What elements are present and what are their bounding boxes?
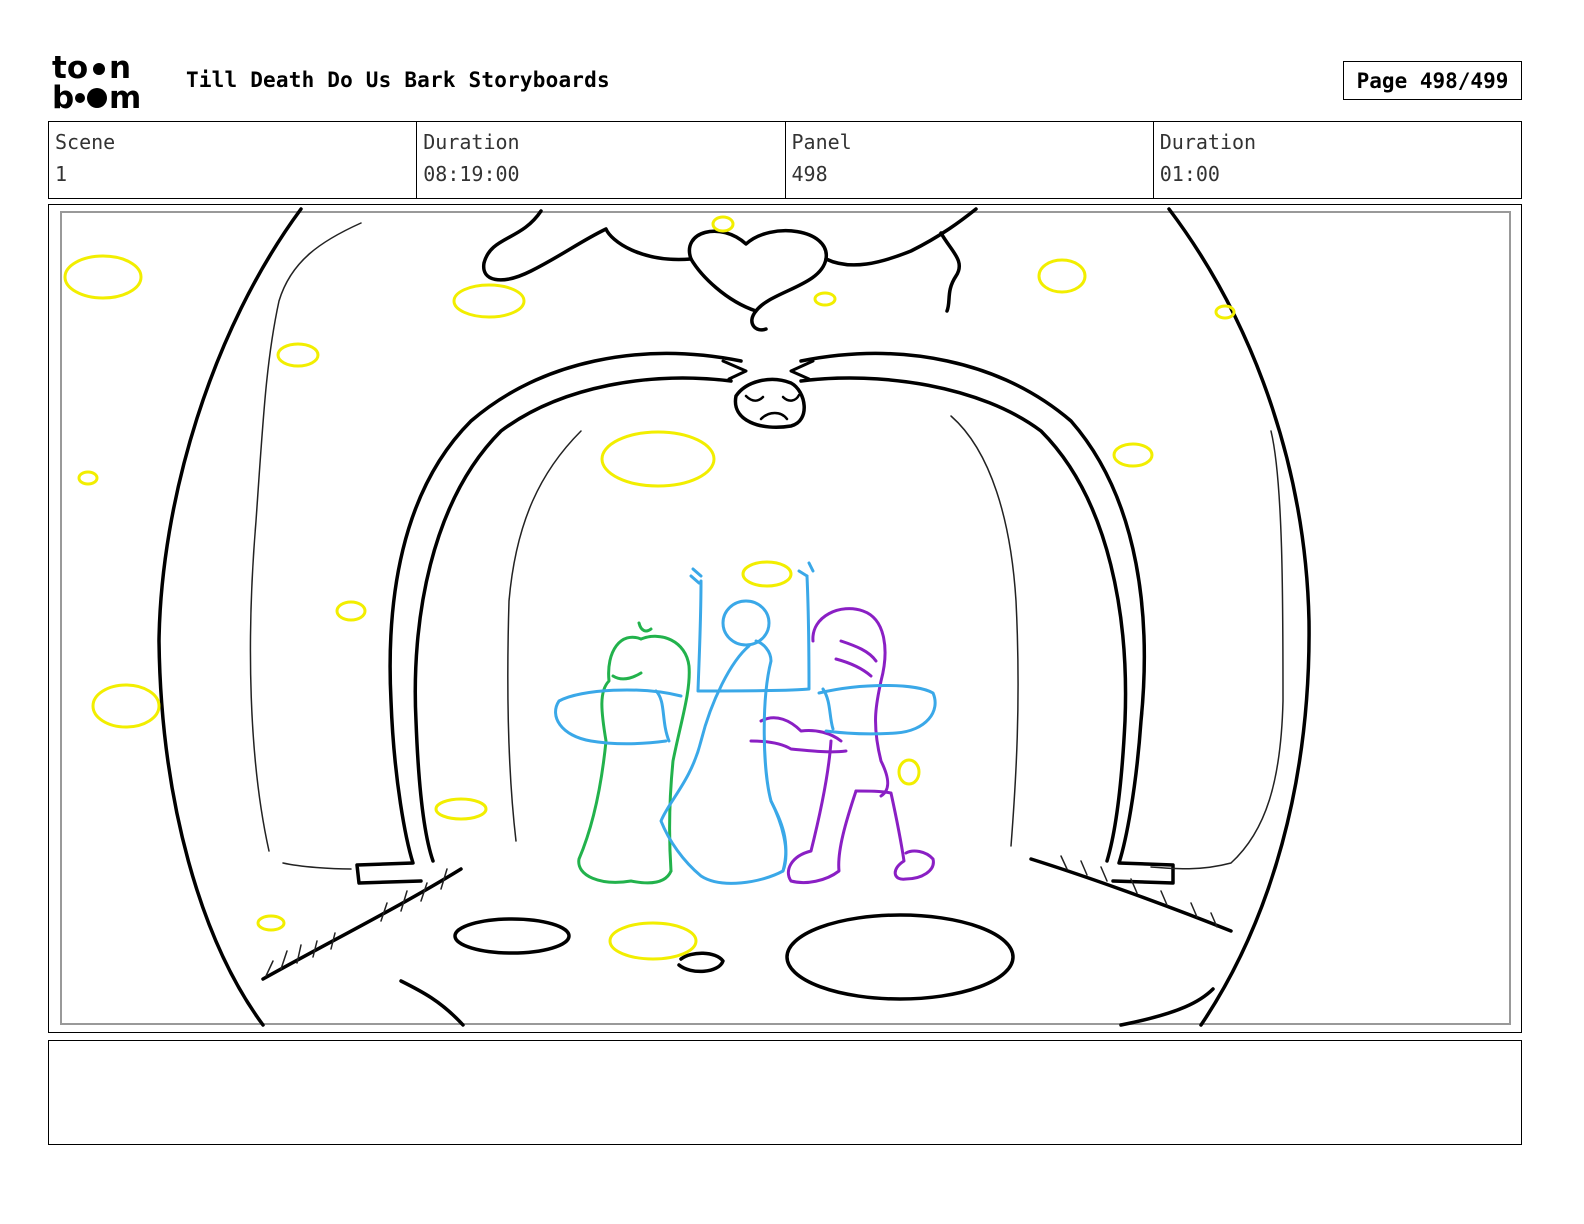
blue-character	[554, 561, 937, 885]
scene-duration-value: 08:19:00	[423, 162, 520, 186]
cave-outline	[157, 207, 1311, 1027]
panel-sketch	[60, 207, 1511, 1027]
scene-value: 1	[55, 162, 68, 186]
document-title: Till Death Do Us Bark Storyboards	[186, 68, 610, 92]
logo-text-bottom-end: m	[109, 80, 141, 112]
purple-character	[749, 607, 935, 885]
logo-text-bottom-start: b	[52, 80, 74, 112]
halo-rings	[63, 215, 1236, 961]
page-indicator: Page 498/499	[1343, 61, 1522, 100]
storyboard-panel	[48, 204, 1522, 1033]
scene-cell: Scene 1	[49, 122, 418, 198]
safe-frame	[60, 211, 1511, 1025]
info-table: Scene 1 Duration 08:19:00 Panel 498 Dura…	[48, 121, 1522, 199]
panel-duration-label: Duration	[1159, 130, 1257, 154]
panel-duration-cell: Duration 01:00	[1154, 122, 1521, 198]
scene-duration-cell: Duration 08:19:00	[417, 122, 786, 198]
toonboom-logo: to n b m	[52, 50, 164, 116]
scene-label: Scene	[55, 130, 116, 154]
scene-duration-label: Duration	[423, 130, 520, 154]
panel-label: Panel	[791, 130, 852, 154]
panel-value: 498	[791, 162, 828, 186]
panel-duration-value: 01:00	[1159, 162, 1220, 186]
notes-box	[48, 1040, 1522, 1145]
panel-cell: Panel 498	[786, 122, 1154, 198]
